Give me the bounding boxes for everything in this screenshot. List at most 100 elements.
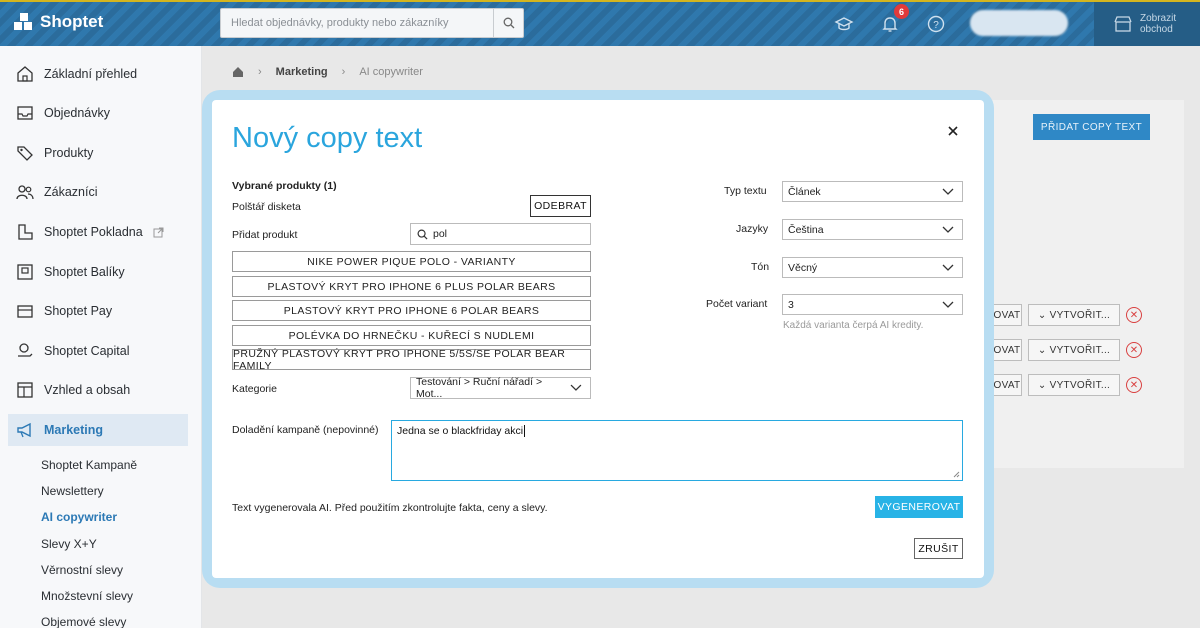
top-header: Shoptet Hledat objednávky, produkty nebo… — [0, 0, 1200, 46]
sidebar-subitem-ai-copywriter[interactable]: AI copywriter — [41, 510, 117, 524]
breadcrumb-section[interactable]: Marketing — [276, 66, 328, 78]
sidebar-subitem-xy-discounts[interactable]: Slevy X+Y — [41, 537, 97, 551]
wallet-icon — [17, 305, 33, 318]
svg-text:?: ? — [933, 20, 939, 31]
external-link-icon — [153, 227, 164, 237]
row-create-label: VYTVOŘIT... — [1049, 344, 1111, 356]
show-shop-button[interactable]: Zobrazit obchod — [1094, 2, 1200, 46]
sidebar-item-label: Shoptet Pokladna — [44, 225, 143, 239]
add-copy-text-button[interactable]: PŘIDAT COPY TEXT — [1033, 114, 1150, 140]
row-create-label: VYTVOŘIT... — [1049, 309, 1111, 321]
row-create-label: VYTVOŘIT... — [1049, 379, 1111, 391]
campaign-textarea[interactable]: Jedna se o blackfriday akci — [391, 420, 963, 481]
languages-select[interactable]: Čeština — [782, 219, 963, 240]
global-search[interactable]: Hledat objednávky, produkty nebo zákazní… — [220, 8, 524, 38]
cancel-button[interactable]: ZRUŠIT — [914, 538, 963, 559]
selected-products-heading: Vybrané produkty (1) — [232, 180, 337, 192]
chevron-down-icon — [942, 301, 954, 308]
row-action-button[interactable]: OVAT — [992, 339, 1022, 361]
sidebar-item-label: Základní přehled — [44, 67, 138, 81]
sidebar-item-pos[interactable]: Shoptet Pokladna — [8, 216, 188, 248]
table-row: OVAT ⌄ VYTVOŘIT... ✕ — [992, 338, 1150, 362]
user-menu[interactable] — [970, 10, 1068, 36]
storefront-icon — [1114, 16, 1132, 32]
home-icon[interactable] — [232, 66, 244, 78]
sidebar-subitem-volume-discounts[interactable]: Objemové slevy — [41, 615, 126, 628]
search-button[interactable] — [493, 9, 523, 37]
row-create-button[interactable]: ⌄ VYTVOŘIT... — [1028, 304, 1120, 326]
sidebar-subitem-newsletters[interactable]: Newslettery — [41, 484, 104, 498]
remove-product-button[interactable]: ODEBRAT — [530, 195, 591, 217]
sidebar-item-label: Vzhled a obsah — [44, 383, 131, 397]
sidebar-item-label: Shoptet Capital — [44, 344, 130, 358]
selected-product-name: Polštář disketa — [232, 201, 301, 213]
help-icon[interactable]: ? — [926, 14, 946, 34]
sidebar-item-orders[interactable]: Objednávky — [8, 97, 188, 129]
row-action-button[interactable]: OVAT — [992, 304, 1022, 326]
sidebar-item-products[interactable]: Produkty — [8, 137, 188, 169]
text-type-select[interactable]: Článek — [782, 181, 963, 202]
tone-label: Tón — [751, 261, 770, 273]
inbox-icon — [17, 106, 33, 120]
text-type-label: Typ textu — [724, 185, 767, 197]
new-copy-text-modal: Nový copy text Vybrané produkty (1) Polš… — [212, 100, 984, 578]
sidebar-item-marketing[interactable]: Marketing — [8, 414, 188, 446]
product-suggestion[interactable]: POLÉVKA DO HRNEČKU - KUŘECÍ S NUDLEMI — [232, 325, 591, 346]
delete-icon[interactable]: ✕ — [1126, 307, 1142, 323]
search-input[interactable]: Hledat objednávky, produkty nebo zákazní… — [221, 17, 493, 29]
variants-label: Počet variant — [706, 298, 768, 310]
show-shop-line1: Zobrazit — [1140, 13, 1177, 24]
generate-button[interactable]: VYGENEROVAT — [875, 496, 963, 518]
campaign-label: Doladění kampaně (nepovinné) — [232, 424, 379, 436]
category-select-value: Testování > Ruční nářadí > Mot... — [416, 376, 543, 400]
academy-cap-icon[interactable] — [834, 14, 854, 34]
delete-icon[interactable]: ✕ — [1126, 377, 1142, 393]
add-product-search-value: pol — [433, 228, 448, 240]
variants-select[interactable]: 3 — [782, 294, 963, 315]
sidebar-subitem-quantity-discounts[interactable]: Množstevní slevy — [41, 589, 133, 603]
chevron-down-icon: ⌄ — [1037, 309, 1050, 321]
category-select[interactable]: Testování > Ruční nářadí > Mot... — [410, 376, 591, 400]
row-create-button[interactable]: ⌄ VYTVOŘIT... — [1028, 374, 1120, 396]
row-action-button[interactable]: OVAT — [992, 374, 1022, 396]
sidebar-item-dashboard[interactable]: Základní přehled — [8, 58, 188, 90]
sidebar-item-packages[interactable]: Shoptet Balíky — [8, 256, 188, 288]
variants-value: 3 — [788, 298, 794, 311]
sidebar-item-pay[interactable]: Shoptet Pay — [8, 295, 188, 327]
sidebar-item-customers[interactable]: Zákazníci — [8, 176, 188, 208]
delete-icon[interactable]: ✕ — [1126, 342, 1142, 358]
chevron-down-icon: ⌄ — [1037, 344, 1050, 356]
languages-label: Jazyky — [736, 223, 769, 235]
tag-icon — [17, 146, 33, 161]
register-icon — [18, 224, 33, 240]
text-cursor — [524, 425, 526, 437]
languages-value: Čeština — [788, 223, 824, 236]
sidebar-item-label: Objednávky — [44, 106, 111, 120]
search-icon — [417, 229, 428, 240]
shoptet-logo[interactable]: Shoptet — [14, 12, 103, 32]
package-icon — [17, 264, 33, 280]
table-row: OVAT ⌄ VYTVOŘIT... ✕ — [992, 373, 1150, 397]
sidebar-subitem-loyalty-discounts[interactable]: Věrnostní slevy — [41, 563, 123, 577]
add-product-search-input[interactable]: pol — [410, 223, 591, 245]
row-create-button[interactable]: ⌄ VYTVOŘIT... — [1028, 339, 1120, 361]
money-icon — [18, 343, 33, 357]
variants-hint: Každá varianta čerpá AI kredity. — [783, 320, 924, 331]
close-icon[interactable] — [946, 124, 960, 138]
product-suggestion[interactable]: PLASTOVÝ KRYT PRO IPHONE 6 PLUS POLAR BE… — [232, 276, 591, 297]
category-label: Kategorie — [232, 383, 277, 395]
sidebar-item-capital[interactable]: Shoptet Capital — [8, 335, 188, 367]
resize-handle-icon[interactable] — [953, 471, 960, 478]
megaphone-icon — [17, 422, 31, 438]
sidebar-subitem-campaigns[interactable]: Shoptet Kampaně — [41, 458, 137, 472]
show-shop-line2: obchod — [1140, 24, 1173, 35]
add-product-label: Přidat produkt — [232, 229, 298, 241]
product-suggestion[interactable]: PLASTOVÝ KRYT PRO IPHONE 6 POLAR BEARS — [232, 300, 591, 321]
product-suggestion[interactable]: PRUŽNÝ PLASTOVÝ KRYT PRO IPHONE 5/5S/SE … — [232, 348, 591, 372]
search-icon — [503, 17, 514, 29]
text-type-value: Článek — [788, 185, 821, 198]
sidebar-item-appearance[interactable]: Vzhled a obsah — [8, 374, 188, 406]
logo-mark-icon — [14, 13, 34, 31]
tone-select[interactable]: Věcný — [782, 257, 963, 278]
product-suggestion[interactable]: NIKE POWER PIQUE POLO - VARIANTY — [232, 251, 591, 272]
